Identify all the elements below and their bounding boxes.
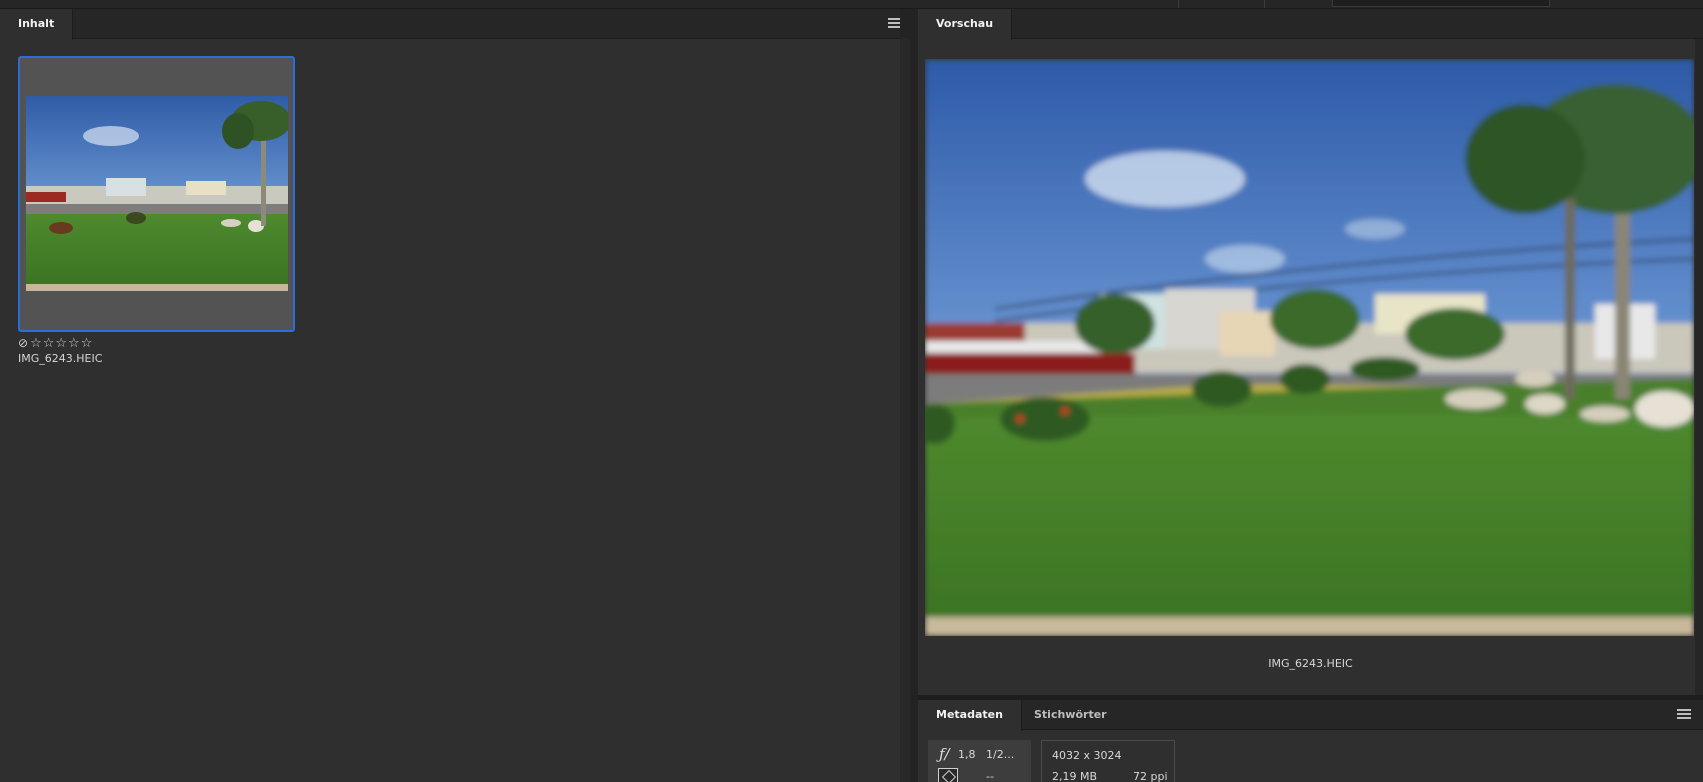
star-rating[interactable]: ⊘☆☆☆☆☆	[18, 336, 93, 351]
panel-menu-icon[interactable]	[1677, 709, 1691, 721]
toolbar-divider	[1178, 0, 1179, 8]
image-dimensions: 4032 x 3024	[1052, 749, 1122, 762]
preview-filename: IMG_6243.HEIC	[1268, 657, 1353, 670]
tab-metadaten[interactable]: Metadaten	[918, 700, 1022, 731]
metadata-panel: Metadaten Stichwörter ƒ/ 1,8 1/2... -- 4…	[918, 700, 1703, 782]
file-size: 2,19 MB	[1052, 770, 1098, 782]
aperture-value: 1,8	[958, 748, 976, 761]
preview-panel: Vorschau IMG_6243.HEIC	[918, 9, 1703, 695]
toolbar-divider	[1264, 0, 1265, 8]
shutter-value: 1/2...	[986, 748, 1015, 761]
preview-scrollbar[interactable]	[1695, 39, 1703, 695]
content-scrollbar[interactable]	[900, 39, 910, 782]
tab-stichwoerter[interactable]: Stichwörter	[1016, 700, 1125, 730]
metadata-tabbar: Metadaten Stichwörter	[918, 700, 1703, 731]
exposure-info: ƒ/ 1,8 1/2... --	[928, 740, 1031, 782]
thumbnail-filename: IMG_6243.HEIC	[18, 352, 103, 365]
tab-inhalt[interactable]: Inhalt	[0, 9, 74, 40]
metering-value: --	[986, 770, 994, 782]
panel-splitter[interactable]	[900, 9, 918, 782]
resolution: 72 ppi	[1133, 770, 1168, 782]
thumbnail-card[interactable]	[18, 56, 295, 332]
preview-image	[925, 59, 1694, 636]
thumbnail-image	[26, 96, 288, 291]
tab-vorschau[interactable]: Vorschau	[918, 9, 1013, 40]
rating-stars[interactable]: ☆☆☆☆☆	[30, 336, 93, 351]
file-info: 4032 x 3024 2,19 MB 72 ppi	[1041, 740, 1175, 782]
content-tabbar: Inhalt	[0, 9, 902, 40]
preview-tabbar: Vorschau	[918, 9, 1703, 40]
top-toolbar-strip	[0, 0, 1703, 9]
reject-icon[interactable]: ⊘	[18, 336, 29, 350]
aperture-icon: ƒ/	[939, 745, 950, 763]
metering-icon	[938, 768, 958, 782]
search-field[interactable]	[1332, 0, 1550, 7]
content-panel: Inhalt ⊘☆☆☆☆☆ IMG_6243.HEIC	[0, 9, 902, 782]
